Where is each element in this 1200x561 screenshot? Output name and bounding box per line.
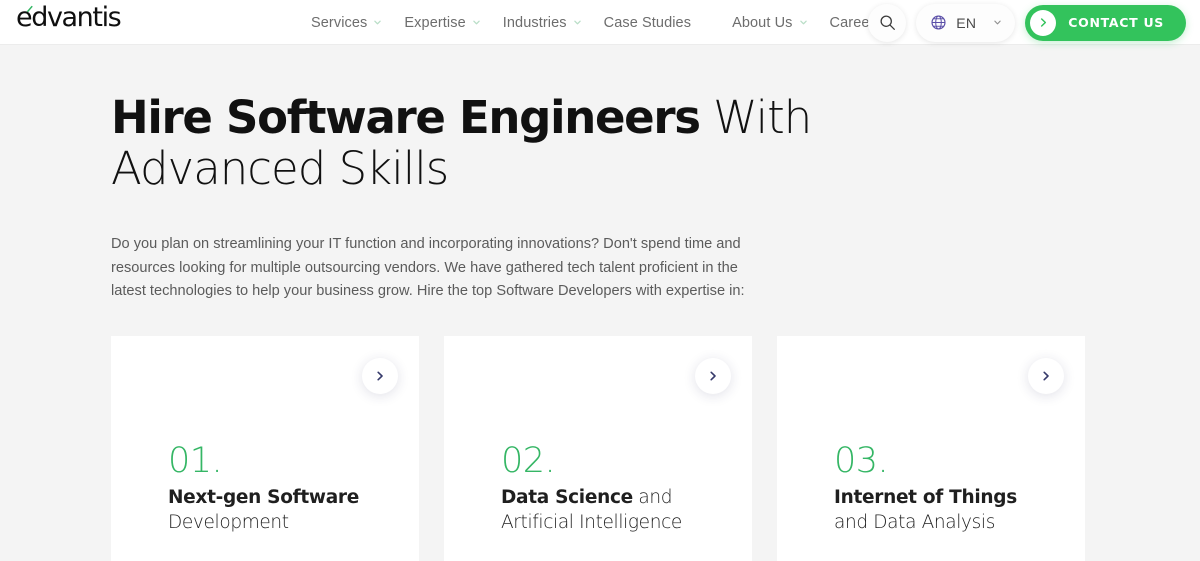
nav-label: Case Studies [603,14,692,31]
nav-item-industries[interactable]: Industries [492,15,593,31]
service-card-2[interactable]: 02. Data Science and Artificial Intellig… [444,336,752,561]
card-number: 02. [501,441,556,481]
card-arrow-button[interactable] [1028,358,1064,394]
nav-label: Services [311,14,368,31]
chevron-right-icon [1043,371,1049,381]
nav-label: Industries [502,14,567,31]
header-actions: EN CONTACT US [868,0,1186,45]
chevron-right-icon [710,371,716,381]
service-card-1[interactable]: 01. Next-gen Software Development [111,336,419,561]
card-title: Internet of Things and Data Analysis [834,486,1039,535]
card-title-bold: Data Science [501,487,633,508]
contact-us-label: CONTACT US [1068,15,1164,30]
globe-icon [931,15,946,30]
search-button[interactable] [868,3,907,42]
card-title-light: Development [168,511,289,533]
card-title-light: and Data Analysis [834,511,996,533]
nav-item-services[interactable]: Services [300,15,393,31]
nav-label: Expertise [404,14,466,31]
nav-label: About Us [732,14,793,31]
card-number: 03. [834,441,889,481]
nav-item-about-us[interactable]: About Us [721,15,818,31]
page-title-bold: Hire Software Engineers [111,91,701,144]
card-number: 01. [168,441,223,481]
logo[interactable]: edvantis [16,2,122,34]
chevron-down-icon [799,20,807,25]
card-title: Data Science and Artificial Intelligence [501,486,706,535]
nav-item-case-studies[interactable]: Case Studies [593,15,702,31]
language-selector[interactable]: EN [916,3,1016,42]
site-header: edvantis Services Expertise Industries C… [0,0,1200,45]
chevron-right-icon [377,371,383,381]
arrow-right-icon [1040,18,1046,27]
contact-us-button[interactable]: CONTACT US [1025,4,1186,41]
card-title-bold: Next-gen Software [168,487,359,508]
page-title: Hire Software Engineers With Advanced Sk… [111,92,871,194]
chevron-down-icon [994,20,1001,25]
language-code: EN [956,14,977,31]
logo-text: edvantis [16,2,122,33]
chevron-down-icon [573,20,581,25]
card-title: Next-gen Software Development [168,486,373,535]
nav-item-expertise[interactable]: Expertise [393,15,491,31]
card-arrow-button[interactable] [695,358,731,394]
card-arrow-button[interactable] [362,358,398,394]
chevron-down-icon [374,20,382,25]
service-card-3[interactable]: 03. Internet of Things and Data Analysis [777,336,1085,561]
hero-paragraph: Do you plan on streamlining your IT func… [111,236,745,299]
service-cards: 01. Next-gen Software Development 02. Da… [111,336,1085,561]
chevron-down-icon [472,20,480,25]
contact-arrow-circle [1030,9,1057,36]
search-icon [880,15,895,30]
main-navigation: Services Expertise Industries Case Studi… [300,0,893,45]
hero-section: Hire Software Engineers With Advanced Sk… [0,45,1200,304]
card-title-bold: Internet of Things [834,487,1017,508]
